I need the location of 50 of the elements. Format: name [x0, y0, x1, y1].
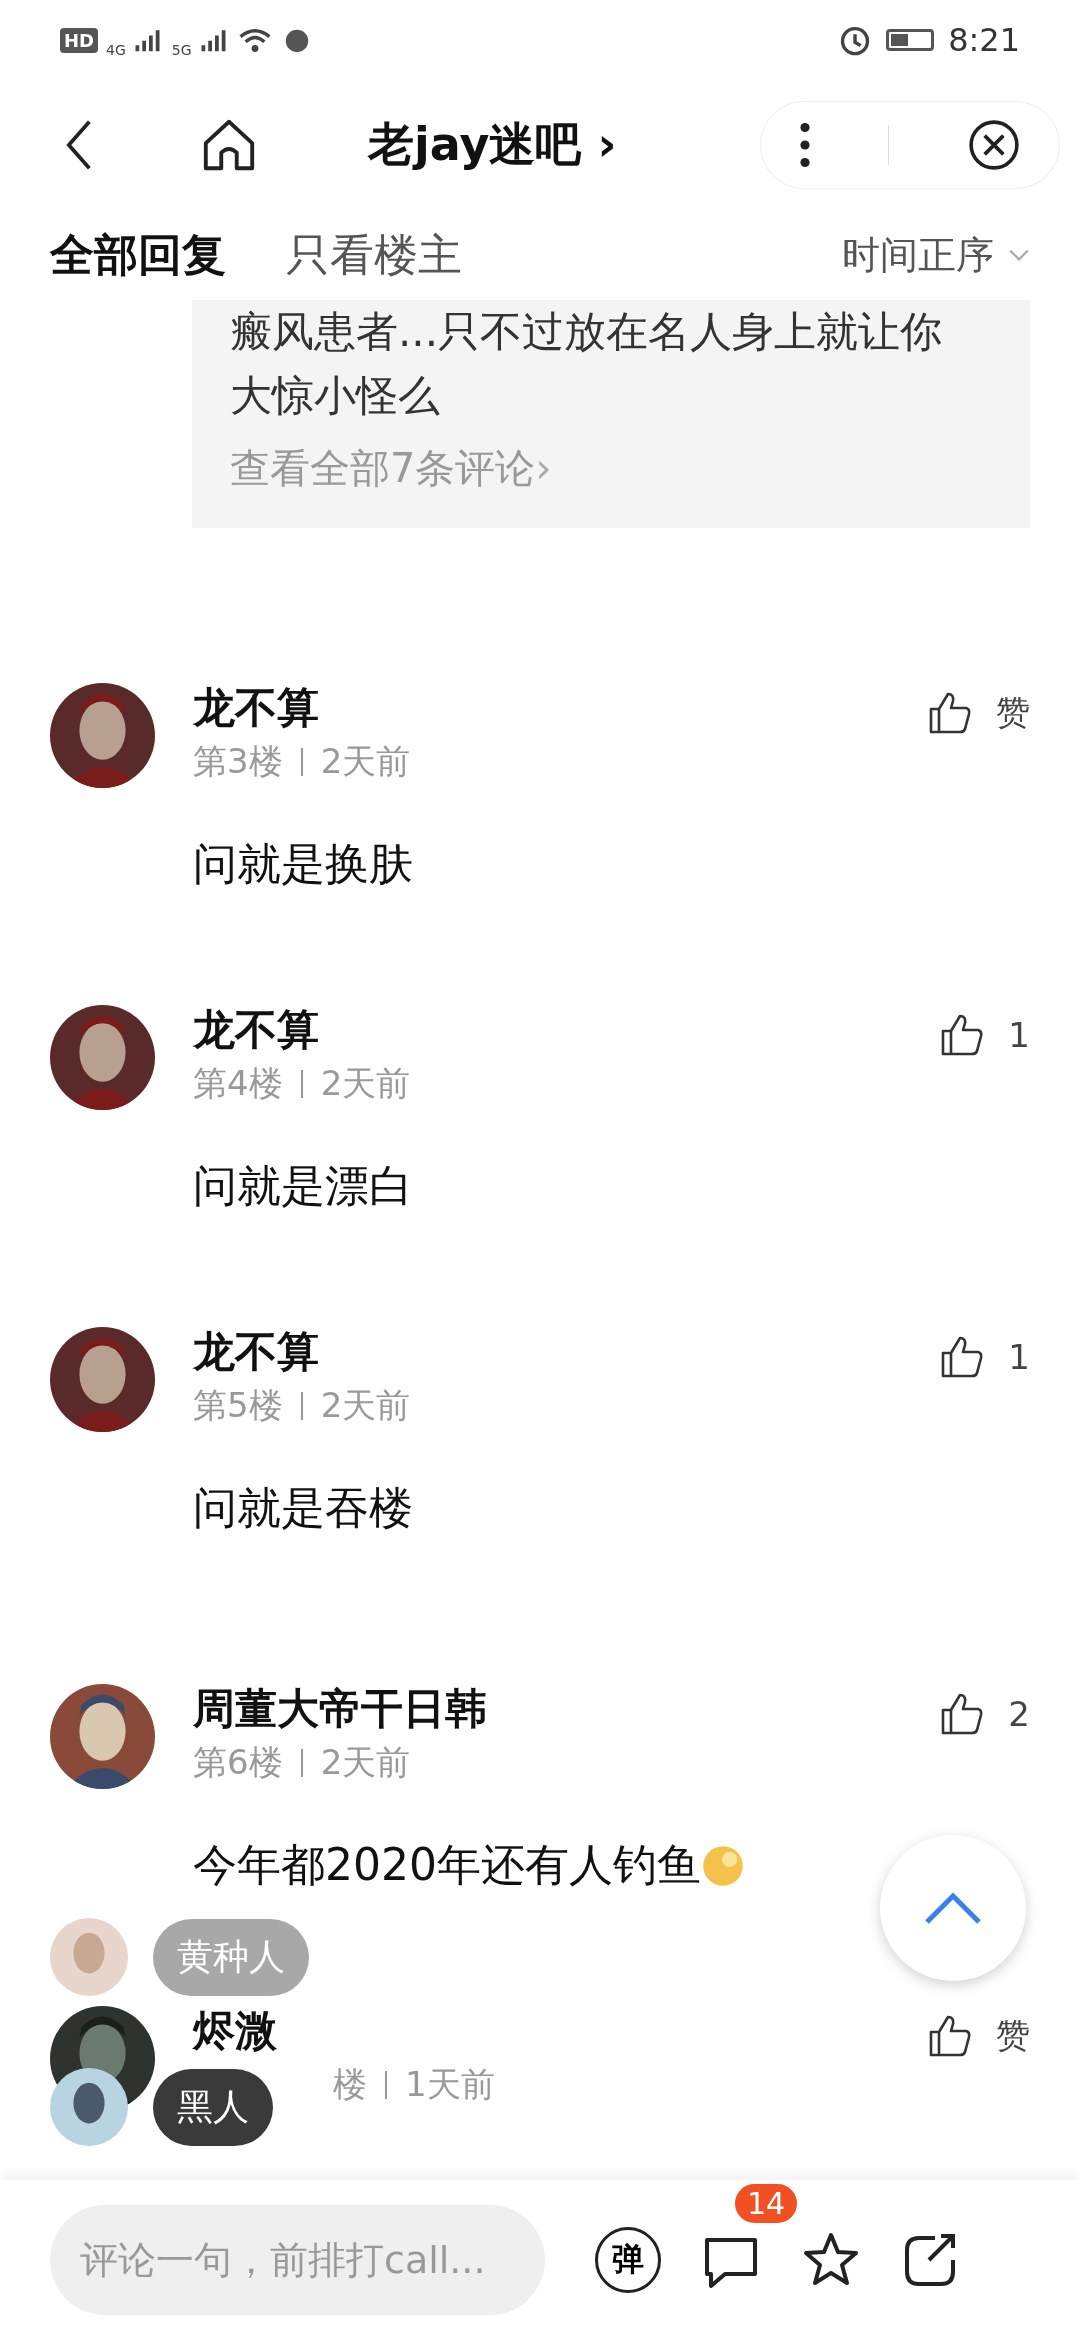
chevron-down-icon [1008, 248, 1030, 262]
comment-text: 今年都2020年还有人钓鱼 [193, 1838, 701, 1892]
battery-icon [886, 29, 935, 51]
post-time: 2天前 [320, 1062, 411, 1105]
post-time: 2天前 [320, 1384, 411, 1427]
floor-number: 第5楼 [193, 1384, 283, 1427]
post-time: 1天前 [405, 2063, 495, 2106]
like-count: 赞 [996, 691, 1030, 734]
user-name[interactable]: 龙不算 [193, 683, 411, 733]
user-name[interactable]: 龙不算 [193, 1327, 411, 1377]
danmaku-toggle-button[interactable]: 弹 [595, 2227, 661, 2293]
hd-icon: HD [60, 27, 98, 53]
floor-number: 楼 [333, 2063, 367, 2106]
comment-text: 问就是吞楼 [193, 1481, 413, 1535]
reply-text: 瘢风患者...只不过放在名人身上就让你 [230, 306, 944, 358]
clock-time: 8:21 [948, 21, 1020, 59]
thumbs-up-icon[interactable] [928, 691, 972, 735]
more-icon[interactable] [800, 122, 811, 168]
comment-input[interactable]: 评论一句，前排打call... [50, 2205, 545, 2315]
like-count: 1 [1008, 1015, 1030, 1055]
danmaku-bubble: 黑人 [153, 2068, 273, 2146]
like-count: 2 [1008, 1694, 1030, 1734]
post-time: 2天前 [320, 1741, 411, 1784]
danmaku-bubble: 黄种人 [153, 1918, 309, 1996]
user-name[interactable]: 龙不算 [193, 1005, 411, 1055]
sort-dropdown[interactable]: 时间正序 [842, 229, 1030, 281]
like-count: 赞 [996, 2014, 1030, 2057]
network-label: 4G [106, 42, 126, 58]
wifi-icon [237, 26, 272, 54]
comment-text: 问就是换肤 [193, 837, 413, 891]
network-label: 5G [171, 42, 192, 58]
comment-count-badge: 14 [735, 2184, 798, 2223]
thumbs-up-icon[interactable] [928, 2014, 972, 2058]
filter-tab[interactable]: 只看楼主 [286, 225, 462, 285]
floor-number: 第3楼 [193, 740, 283, 783]
forum-title[interactable]: 老jay迷吧 › [368, 114, 617, 176]
thumbs-up-icon[interactable] [940, 1692, 985, 1736]
floor-number: 第6楼 [193, 1741, 283, 1784]
chevron-up-icon [923, 1890, 983, 1926]
post-time: 2天前 [320, 740, 411, 783]
comment-text: 问就是漂白 [193, 1159, 413, 1213]
close-icon[interactable] [967, 119, 1020, 171]
thumbs-up-icon[interactable] [940, 1335, 985, 1379]
like-count: 1 [1008, 1337, 1030, 1377]
filter-tab[interactable]: 全部回复 [50, 225, 226, 285]
user-name[interactable]: 周董大帝干日韩 [193, 1684, 487, 1734]
thumbs-up-icon[interactable] [940, 1013, 985, 1057]
reply-text: 大惊小怪么 [230, 370, 441, 422]
floor-number: 第4楼 [193, 1062, 283, 1105]
user-name[interactable]: 烬溦 [193, 2006, 495, 2056]
